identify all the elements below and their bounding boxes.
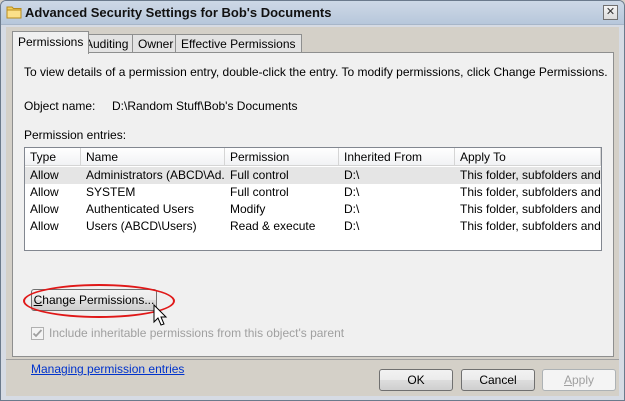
inherit-permissions-label: Include inheritable permissions from thi… [49, 326, 345, 340]
checkmark-icon [32, 329, 43, 338]
cell-apply-to: This folder, subfolders and... [460, 185, 601, 199]
cell-name: SYSTEM [86, 185, 136, 199]
cell-inherited-from: D:\ [344, 202, 360, 216]
column-header-permission[interactable]: Permission [225, 148, 339, 166]
cell-type: Allow [30, 185, 59, 199]
object-name-value: D:\Random Stuff\Bob's Documents [112, 99, 298, 113]
title-bar[interactable]: Advanced Security Settings for Bob's Doc… [1, 1, 624, 25]
column-header-inherited-from[interactable]: Inherited From [339, 148, 455, 166]
tab-owner[interactable]: Owner [132, 34, 180, 53]
table-row[interactable]: Allow Administrators (ABCD\Ad... Full co… [25, 167, 601, 184]
cell-inherited-from: D:\ [344, 185, 360, 199]
window-title: Advanced Security Settings for Bob's Doc… [25, 5, 332, 20]
table-row[interactable]: Allow Users (ABCD\Users) Read & execute … [25, 218, 601, 235]
column-header-type[interactable]: Type [25, 148, 81, 166]
managing-permission-entries-link[interactable]: Managing permission entries [31, 362, 184, 376]
tab-effective-permissions[interactable]: Effective Permissions [175, 34, 302, 53]
cancel-button[interactable]: Cancel [461, 369, 535, 391]
column-header-name[interactable]: Name [81, 148, 225, 166]
cell-inherited-from: D:\ [344, 219, 360, 233]
close-button[interactable]: ✕ [603, 5, 618, 20]
list-header: Type Name Permission Inherited From Appl… [25, 148, 601, 166]
table-row[interactable]: Allow Authenticated Users Modify D:\ Thi… [25, 201, 601, 218]
cell-permission: Read & execute [230, 219, 316, 233]
inherit-permissions-checkbox[interactable] [31, 327, 44, 340]
apply-button[interactable]: Apply [542, 369, 616, 391]
security-settings-window: Advanced Security Settings for Bob's Doc… [0, 0, 625, 401]
permission-entries-list[interactable]: Type Name Permission Inherited From Appl… [24, 147, 602, 251]
apply-access-key: A [563, 373, 572, 387]
footer-separator [6, 359, 619, 360]
cell-permission: Modify [230, 202, 266, 216]
permissions-tab-panel: To view details of a permission entry, d… [12, 52, 614, 376]
cell-apply-to: This folder, subfolders and... [460, 202, 601, 216]
cell-type: Allow [30, 219, 59, 233]
cell-name: Users (ABCD\Users) [86, 219, 197, 233]
dialog-client-area: Permissions Auditing Owner Effective Per… [6, 27, 619, 396]
cell-apply-to: This folder, subfolders and... [460, 219, 601, 233]
object-name-label: Object name: [24, 99, 96, 113]
cell-type: Allow [30, 168, 59, 182]
tab-permissions[interactable]: Permissions [12, 31, 90, 54]
folder-icon [6, 6, 22, 19]
close-icon: ✕ [605, 6, 616, 18]
cell-name: Administrators (ABCD\Ad... [86, 168, 225, 182]
info-text: To view details of a permission entry, d… [24, 65, 608, 79]
cell-permission: Full control [230, 185, 289, 199]
column-header-apply-to[interactable]: Apply To [455, 148, 601, 166]
cell-inherited-from: D:\ [344, 168, 360, 182]
apply-label: pply [572, 373, 595, 387]
permission-entries-label: Permission entries: [24, 128, 127, 142]
cell-type: Allow [30, 202, 59, 216]
table-row[interactable]: Allow SYSTEM Full control D:\ This folde… [25, 184, 601, 201]
ok-button[interactable]: OK [379, 369, 453, 391]
cell-permission: Full control [230, 168, 289, 182]
mouse-pointer-icon [153, 304, 168, 326]
cell-name: Authenticated Users [86, 202, 195, 216]
cell-apply-to: This folder, subfolders and... [460, 168, 601, 182]
